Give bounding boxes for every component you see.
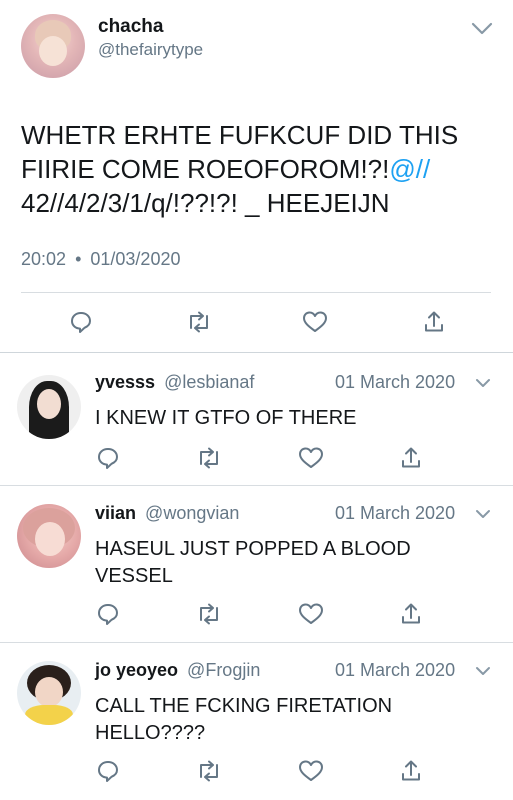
retweet-icon[interactable] xyxy=(194,443,224,473)
divider xyxy=(21,292,491,293)
reply-tweet[interactable]: jo yeoyeo @Frogjin 01 March 2020 CALL TH… xyxy=(0,643,513,800)
chevron-down-icon[interactable] xyxy=(475,378,491,389)
time: 20:02 xyxy=(21,249,67,269)
reply-tweet[interactable]: yvesss @lesbianaf 01 March 2020 I KNEW I… xyxy=(0,353,513,485)
tweet-text-segment: FIIRIE COME ROEOFOROM!?! xyxy=(21,154,390,184)
reply-tweet[interactable]: viian @wongvian 01 March 2020 HASEUL JUS… xyxy=(0,486,513,642)
share-icon[interactable] xyxy=(419,307,449,337)
avatar[interactable] xyxy=(17,375,81,439)
reply-header: viian @wongvian xyxy=(95,503,239,524)
reply-text-line: I KNEW IT GTFO OF THERE xyxy=(95,407,357,429)
date: 01/03/2020 xyxy=(90,249,181,269)
display-name[interactable]: viian xyxy=(95,503,136,523)
reply-icon[interactable] xyxy=(93,599,123,629)
reply-text: CALL THE FCKING FIRETATION HELLO???? xyxy=(95,693,392,747)
like-icon[interactable] xyxy=(296,756,326,786)
handle[interactable]: @wongvian xyxy=(145,503,239,523)
share-icon[interactable] xyxy=(396,756,426,786)
retweet-icon[interactable] xyxy=(194,599,224,629)
share-icon[interactable] xyxy=(396,443,426,473)
like-icon[interactable] xyxy=(296,599,326,629)
reply-date[interactable]: 01 March 2020 xyxy=(335,503,455,524)
reply-text-line: HELLO???? xyxy=(95,722,206,744)
mention-link[interactable]: @// xyxy=(389,154,430,184)
main-tweet: chacha @thefairytype WHETR ERHTE FUFKCUF… xyxy=(0,0,513,352)
like-icon[interactable] xyxy=(300,307,330,337)
reply-date[interactable]: 01 March 2020 xyxy=(335,372,455,393)
handle[interactable]: @Frogjin xyxy=(187,660,260,680)
retweet-icon[interactable] xyxy=(194,756,224,786)
chevron-down-icon[interactable] xyxy=(475,666,491,677)
tweet-text-line: 42//4/2/3/1/q/!??!?! _ HEEJEIJN xyxy=(21,188,390,218)
share-icon[interactable] xyxy=(396,599,426,629)
reply-header: yvesss @lesbianaf xyxy=(95,372,254,393)
chevron-down-icon[interactable] xyxy=(475,509,491,520)
handle[interactable]: @lesbianaf xyxy=(164,372,254,392)
reply-icon[interactable] xyxy=(93,756,123,786)
timestamp[interactable]: 20:02 • 01/03/2020 xyxy=(21,249,180,270)
reply-icon[interactable] xyxy=(66,307,96,337)
chevron-down-icon[interactable] xyxy=(471,22,493,36)
avatar[interactable] xyxy=(17,504,81,568)
reply-text: I KNEW IT GTFO OF THERE xyxy=(95,405,357,431)
like-icon[interactable] xyxy=(296,443,326,473)
reply-text-line: CALL THE FCKING FIRETATION xyxy=(95,695,393,717)
reply-text-line: HASEUL JUST POPPED A BLOOD xyxy=(95,538,411,560)
separator: • xyxy=(75,249,82,269)
retweet-icon[interactable] xyxy=(184,307,214,337)
display-name[interactable]: jo yeoyeo xyxy=(95,660,178,680)
reply-text: HASEUL JUST POPPED A BLOOD VESSEL xyxy=(95,536,411,590)
reply-date[interactable]: 01 March 2020 xyxy=(335,660,455,681)
tweet-text-line: WHETR ERHTE FUFKCUF DID THIS xyxy=(21,120,459,150)
avatar[interactable] xyxy=(21,14,85,78)
avatar[interactable] xyxy=(17,661,81,725)
tweet-text-line: FIIRIE COME ROEOFOROM!?!@// xyxy=(21,152,501,186)
reply-header: jo yeoyeo @Frogjin xyxy=(95,660,260,681)
display-name[interactable]: chacha xyxy=(98,16,163,38)
reply-text-line: VESSEL xyxy=(95,565,173,587)
tweet-text: WHETR ERHTE FUFKCUF DID THIS FIIRIE COME… xyxy=(21,118,501,220)
handle[interactable]: @thefairytype xyxy=(98,40,203,60)
display-name[interactable]: yvesss xyxy=(95,372,155,392)
reply-icon[interactable] xyxy=(93,443,123,473)
